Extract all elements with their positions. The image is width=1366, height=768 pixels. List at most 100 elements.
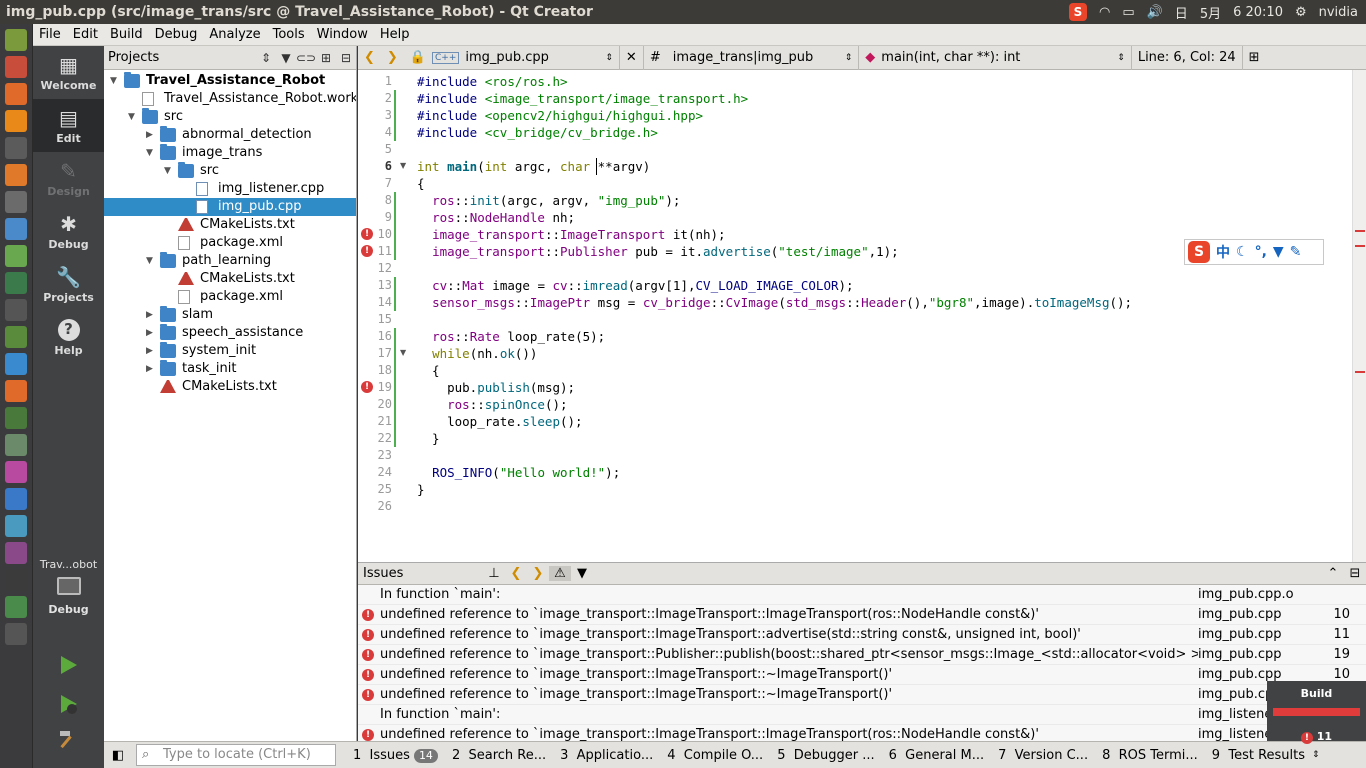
tree-item[interactable]: img_pub.cpp (104, 198, 356, 216)
file-dropdown-icon[interactable]: ⇕ (599, 53, 619, 63)
code-line[interactable]: int main(int argc, char **argv) (417, 158, 650, 175)
ime-toolbar[interactable]: S 中 ☾ °, ▼ ✎ (1184, 239, 1324, 265)
app-5-icon[interactable] (5, 515, 27, 537)
link-icon[interactable]: ⊂⊃ (296, 51, 316, 65)
line-number[interactable]: 6 (385, 158, 392, 175)
locator-input[interactable]: Type to locate (Ctrl+K) (136, 744, 336, 766)
issue-row[interactable]: In function `main': img_pub.cpp.o (358, 585, 1366, 605)
code-line[interactable]: { (417, 362, 440, 379)
tree-item[interactable]: ▼ src (104, 108, 356, 126)
issue-row[interactable]: ! undefined reference to `image_transport… (358, 645, 1366, 665)
line-number[interactable]: 12 (378, 260, 392, 277)
code-line[interactable]: image_transport::ImageTransport it(nh); (417, 226, 726, 243)
wifi-icon[interactable]: ◠ (1099, 5, 1110, 20)
line-number[interactable]: 26 (378, 498, 392, 515)
menu-debug[interactable]: Debug (149, 27, 204, 42)
tree-item[interactable]: ▼ src (104, 162, 356, 180)
error-marker[interactable] (1355, 245, 1365, 247)
menu-file[interactable]: File (33, 27, 67, 42)
tree-item[interactable]: CMakeLists.txt (104, 270, 356, 288)
back-icon[interactable]: ❮ (358, 50, 381, 65)
output-tab[interactable]: 6 General M... (882, 748, 992, 763)
prev-issue-icon[interactable]: ❮ (505, 566, 527, 581)
expand-down-icon[interactable]: ▼ (128, 108, 138, 126)
libreoffice-icon[interactable] (5, 29, 27, 51)
mode-projects[interactable]: 🔧 Projects (33, 258, 104, 311)
expand-right-icon[interactable]: ▶ (146, 360, 156, 378)
line-number[interactable]: 14 (378, 294, 392, 311)
tree-item[interactable]: CMakeLists.txt (104, 378, 356, 396)
code-line[interactable]: ros::init(argc, argv, "img_pub"); (417, 192, 680, 209)
firefox-icon[interactable] (5, 110, 27, 132)
wrench-icon[interactable]: ✎ (1290, 244, 1302, 260)
close-file-icon[interactable]: ✕ (620, 50, 643, 65)
vscode-icon[interactable] (5, 488, 27, 510)
amazon-icon[interactable] (5, 83, 27, 105)
tree-item[interactable]: package.xml (104, 234, 356, 252)
sogou-icon[interactable]: S (1068, 3, 1087, 21)
vs-icon[interactable] (5, 353, 27, 375)
code-line[interactable]: sensor_msgs::ImagePtr msg = cv_bridge::C… (417, 294, 1132, 311)
calendar-icon[interactable]: 日 (1175, 3, 1188, 22)
mode-edit[interactable]: ▤ Edit (33, 99, 104, 152)
battery-icon[interactable]: ▭ (1122, 5, 1134, 20)
debug-run-button[interactable] (57, 693, 79, 715)
line-number[interactable]: 15 (378, 311, 392, 328)
expand-down-icon[interactable]: ▼ (110, 72, 120, 90)
line-number[interactable]: 10 (378, 226, 392, 243)
line-number[interactable]: 3 (385, 107, 392, 124)
app-icon[interactable] (5, 299, 27, 321)
mode-help[interactable]: ? Help (33, 311, 104, 364)
tree-item[interactable]: ▼ image_trans (104, 144, 356, 162)
date-month[interactable]: 5月 (1200, 3, 1221, 22)
error-marker[interactable] (1355, 371, 1365, 373)
volume-icon[interactable]: 🔊 (1147, 5, 1163, 20)
ubuntu-software-icon[interactable] (5, 56, 27, 78)
code-line[interactable]: #include <opencv2/highgui/highgui.hpp> (417, 107, 703, 124)
code-line[interactable]: ros::Rate loop_rate(5); (417, 328, 605, 345)
code-line[interactable]: while(nh.ok()) (417, 345, 537, 362)
expand-down-icon[interactable]: ▼ (146, 252, 156, 270)
code-line[interactable]: loop_rate.sleep(); (417, 413, 582, 430)
app-6-icon[interactable] (5, 542, 27, 564)
warning-filter-icon[interactable]: ⚠ (549, 566, 571, 581)
line-number[interactable]: 5 (385, 141, 392, 158)
mode-design[interactable]: ✎ Design (33, 152, 104, 205)
line-gutter[interactable]: 1 2 3 4 5 6 ▼ 7 8 9 10! 11! 12 13 14 15 16 17 ▼ 18 19! 20 21 22… (358, 70, 414, 562)
issue-row[interactable]: ! undefined reference to `image_transport… (358, 685, 1366, 705)
output-tab[interactable]: 9 Test Results (1205, 748, 1312, 763)
menu-tools[interactable]: Tools (267, 27, 311, 42)
filter-icon[interactable]: ▼ (276, 51, 296, 65)
toggle-sidebar-icon[interactable]: ◧ (104, 748, 132, 763)
terminal-icon[interactable] (5, 191, 27, 213)
chinese-mode-toggle[interactable]: 中 (1216, 242, 1230, 262)
issue-row[interactable]: In function `main': img_listener.cpp.o (358, 705, 1366, 725)
code-line[interactable]: #include <cv_bridge/cv_bridge.h> (417, 124, 658, 141)
output-tab[interactable]: 1 Issues 14 (346, 748, 445, 763)
line-number[interactable]: 1 (385, 73, 392, 90)
output-tab[interactable]: 4 Compile O... (660, 748, 770, 763)
line-number[interactable]: 20 (378, 396, 392, 413)
code-line[interactable]: ros::NodeHandle nh; (417, 209, 575, 226)
file-selector[interactable]: img_pub.cpp (459, 50, 599, 65)
next-issue-icon[interactable]: ❯ (527, 566, 549, 581)
tree-item[interactable]: ▼ Travel_Assistance_Robot (104, 72, 356, 90)
chromium-icon[interactable] (5, 164, 27, 186)
output-tab[interactable]: 8 ROS Termi... (1095, 748, 1205, 763)
line-number[interactable]: 21 (378, 413, 392, 430)
function-selector[interactable]: main(int, char **): int (881, 50, 1111, 65)
code-line[interactable]: image_transport::Publisher pub = it.adve… (417, 243, 899, 260)
expand-right-icon[interactable]: ▶ (146, 306, 156, 324)
text-editor-icon[interactable] (5, 137, 27, 159)
code-line[interactable]: { (417, 175, 425, 192)
error-icon[interactable]: ! (361, 245, 373, 257)
tree-item[interactable]: ▼ path_learning (104, 252, 356, 270)
line-number[interactable]: 9 (385, 209, 392, 226)
code-line[interactable]: } (417, 481, 425, 498)
issue-row[interactable]: ! undefined reference to `image_transport… (358, 625, 1366, 645)
maximize-pane-icon[interactable]: ⌃ (1322, 566, 1344, 581)
code-line[interactable]: } (417, 430, 440, 447)
filter-build-icon[interactable]: ⊥ (483, 566, 505, 581)
close-pane-icon[interactable]: ⊟ (1344, 566, 1366, 581)
menu-analyze[interactable]: Analyze (203, 27, 266, 42)
